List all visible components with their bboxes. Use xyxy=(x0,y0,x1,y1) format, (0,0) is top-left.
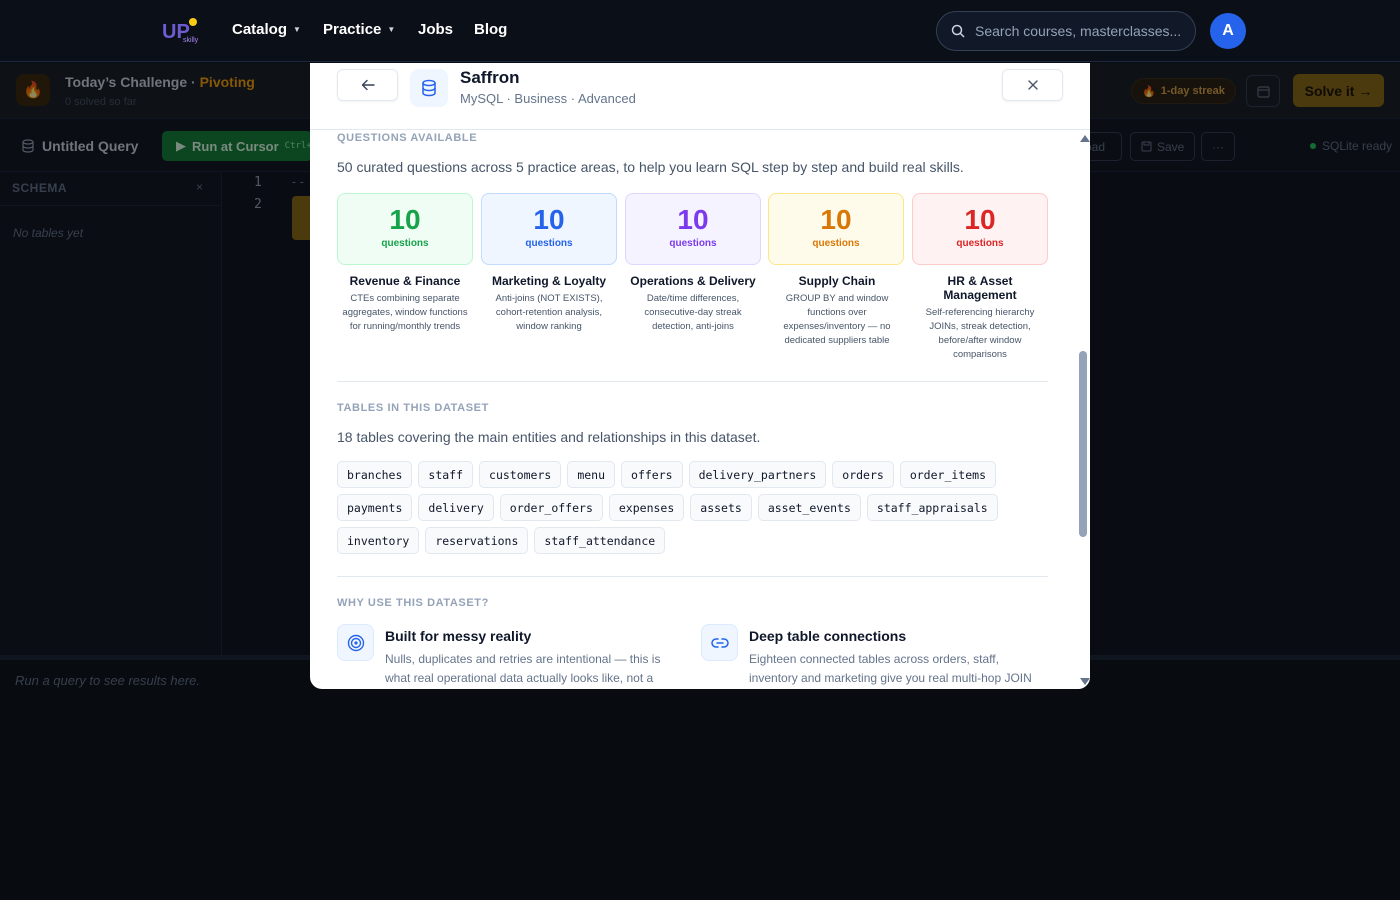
table-chip[interactable]: staff_attendance xyxy=(534,527,666,554)
practice-area-title: HR & Asset Management xyxy=(943,274,1017,302)
table-chip[interactable]: reservations xyxy=(425,527,529,554)
practice-area-title: Supply Chain xyxy=(798,274,876,288)
questions-description: 50 curated questions across 5 practice a… xyxy=(337,159,964,175)
target-icon xyxy=(337,624,374,661)
nav-blog-label: Blog xyxy=(474,21,508,38)
upskilly-logo[interactable]: UP skilly xyxy=(162,16,202,44)
table-chip[interactable]: customers xyxy=(479,461,562,488)
table-chip[interactable]: order_offers xyxy=(499,494,603,521)
section-divider xyxy=(337,381,1048,382)
dataset-meta: MySQL · Business · Advanced xyxy=(460,91,636,106)
question-count-unit: questions xyxy=(956,238,1004,249)
practice-area-card[interactable]: 10 questions xyxy=(625,193,761,265)
dataset-title: Saffron xyxy=(460,68,520,87)
practice-area-description: CTEs combining separate aggregates, wind… xyxy=(342,293,468,332)
nav-practice[interactable]: Practice ▼ xyxy=(323,21,395,38)
section-divider xyxy=(337,576,1048,577)
question-count-unit: questions xyxy=(669,238,717,249)
svg-text:skilly: skilly xyxy=(183,37,199,44)
search-placeholder: Search courses, masterclasses... xyxy=(975,23,1182,39)
table-chip[interactable]: delivery_partners xyxy=(688,461,827,488)
why-heading: WHY USE THIS DATASET? xyxy=(337,597,489,609)
nav-catalog[interactable]: Catalog ▼ xyxy=(232,21,301,38)
table-chip[interactable]: order_items xyxy=(899,461,996,488)
tables-description: 18 tables covering the main entities and… xyxy=(337,429,761,445)
table-chip[interactable]: inventory xyxy=(337,527,420,554)
why-item-text: Nulls, duplicates and retries are intent… xyxy=(385,652,661,685)
modal-header: Saffron MySQL · Business · Advanced xyxy=(310,63,1090,130)
nav-practice-label: Practice xyxy=(323,21,382,38)
practice-area-card[interactable]: 10 questions xyxy=(768,193,904,265)
database-icon xyxy=(410,69,448,107)
table-chip[interactable]: offers xyxy=(621,461,683,488)
table-chip[interactable]: asset_events xyxy=(757,494,861,521)
tables-heading: TABLES IN THIS DATASET xyxy=(337,402,489,414)
practice-area-description: Date/time differences, consecutive-day s… xyxy=(644,293,742,332)
table-chip[interactable]: assets xyxy=(690,494,752,521)
table-chip[interactable]: orders xyxy=(832,461,894,488)
practice-area-description: Anti-joins (NOT EXISTS), cohort-retentio… xyxy=(495,293,603,332)
table-chip[interactable]: menu xyxy=(567,461,616,488)
close-icon xyxy=(1027,80,1038,90)
nav-blog[interactable]: Blog xyxy=(474,21,507,38)
user-avatar[interactable]: A xyxy=(1210,13,1246,49)
dataset-modal: Saffron MySQL · Business · Advanced QUES… xyxy=(310,63,1090,689)
link-icon xyxy=(701,624,738,661)
why-item-title: Deep table connections xyxy=(749,628,907,644)
table-chip[interactable]: delivery xyxy=(418,494,494,521)
back-button[interactable] xyxy=(337,69,398,101)
question-count-unit: questions xyxy=(525,238,573,249)
close-button[interactable] xyxy=(1002,69,1063,101)
scroll-up-icon[interactable] xyxy=(1080,135,1090,142)
arrow-left-icon xyxy=(361,79,375,91)
search-icon xyxy=(951,24,965,38)
nav-jobs[interactable]: Jobs xyxy=(418,21,453,38)
practice-area-card[interactable]: 10 questions xyxy=(912,193,1048,265)
table-chip[interactable]: expenses xyxy=(608,494,685,521)
question-count-unit: questions xyxy=(381,238,429,249)
chevron-down-icon: ▼ xyxy=(293,25,301,34)
search-input[interactable]: Search courses, masterclasses... xyxy=(936,11,1196,51)
why-item-text: Eighteen connected tables across orders,… xyxy=(749,652,1032,685)
chevron-down-icon: ▼ xyxy=(387,25,396,34)
table-chip[interactable]: payments xyxy=(337,494,413,521)
question-count: 10 xyxy=(533,204,565,235)
table-chip[interactable]: branches xyxy=(337,461,413,488)
questions-heading: QUESTIONS AVAILABLE xyxy=(337,132,478,144)
scrollbar-thumb[interactable] xyxy=(1079,351,1087,537)
why-item-title: Built for messy reality xyxy=(385,628,532,644)
question-count: 10 xyxy=(820,204,852,235)
modal-body: QUESTIONS AVAILABLE 50 curated questions… xyxy=(310,131,1076,689)
question-count: 10 xyxy=(964,204,996,235)
question-count: 10 xyxy=(389,204,421,235)
table-chip[interactable]: staff xyxy=(418,461,474,488)
nav-jobs-label: Jobs xyxy=(418,21,454,38)
practice-area-title: Marketing & Loyalty xyxy=(491,274,607,288)
practice-area-card[interactable]: 10 questions xyxy=(481,193,617,265)
question-count-unit: questions xyxy=(812,238,860,249)
modal-scrollbar[interactable] xyxy=(1076,131,1090,689)
practice-area-title: Operations & Delivery xyxy=(630,274,756,288)
nav-catalog-label: Catalog xyxy=(232,21,288,38)
practice-area-title: Revenue & Finance xyxy=(349,274,461,288)
scroll-down-icon[interactable] xyxy=(1080,678,1090,685)
practice-area-description: GROUP BY and window functions over expen… xyxy=(783,293,891,346)
table-chip[interactable]: staff_appraisals xyxy=(866,494,998,521)
practice-area-description: Self-referencing hierarchy JOINs, streak… xyxy=(925,307,1035,360)
question-count: 10 xyxy=(677,204,709,235)
practice-area-card[interactable]: 10 questions xyxy=(337,193,473,265)
table-chip-list: branches staff customers menu offers delivery… xyxy=(337,461,1049,554)
